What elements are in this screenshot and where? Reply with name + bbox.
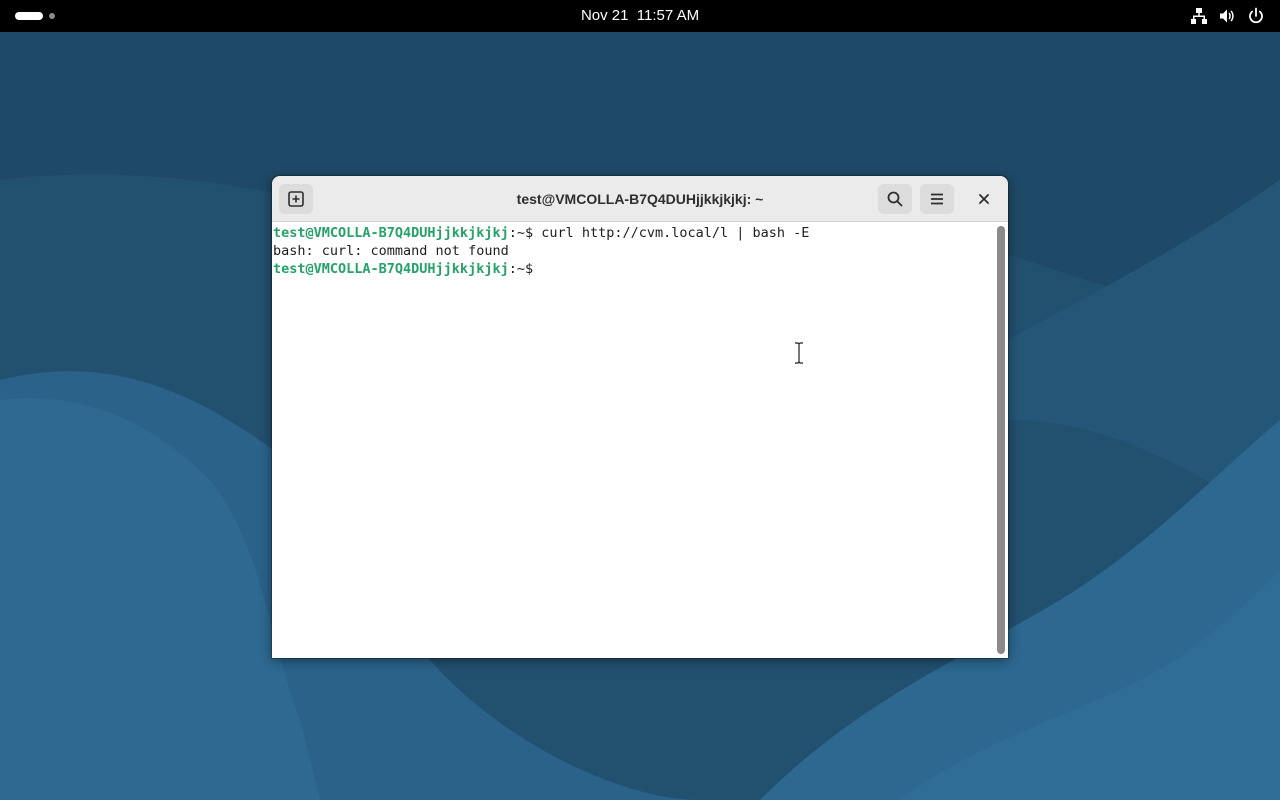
search-icon (887, 191, 903, 207)
window-title: test@VMCOLLA-B7Q4DUHjjkkjkjkj: ~ (516, 191, 764, 207)
scrollbar-thumb[interactable] (997, 226, 1005, 654)
prompt-user-host: test@VMCOLLA-B7Q4DUHjjkkjkjkj (273, 225, 509, 241)
output-text: bash: curl: command not found (273, 243, 509, 259)
prompt-user-host: test@VMCOLLA-B7Q4DUHjjkkjkjkj (273, 261, 509, 277)
network-wired-icon[interactable] (1190, 7, 1208, 25)
active-workspace-pill (15, 12, 43, 20)
activities-button[interactable] (12, 8, 62, 24)
clock[interactable]: Nov 21 11:57 AM (540, 0, 740, 32)
hamburger-menu-icon (931, 193, 943, 205)
terminal-window[interactable]: test@VMCOLLA-B7Q4DUHjjkkjkjkj: ~ test@VM… (272, 176, 1008, 658)
menu-button[interactable] (920, 184, 954, 214)
command-text: curl http://cvm.local/l | bash -E (541, 225, 810, 241)
terminal-line-output: bash: curl: command not found (273, 242, 509, 260)
text-cursor-icon (795, 342, 803, 364)
terminal-line-command: test@VMCOLLA-B7Q4DUHjjkkjkjkj:~$ curl ht… (273, 224, 809, 242)
new-tab-button[interactable] (279, 184, 313, 214)
new-tab-icon (288, 191, 304, 207)
close-icon (979, 194, 989, 204)
prompt-suffix: :~$ (508, 261, 542, 277)
power-icon[interactable] (1247, 7, 1265, 25)
terminal-headerbar[interactable]: test@VMCOLLA-B7Q4DUHjjkkjkjkj: ~ (272, 176, 1008, 222)
close-button[interactable] (972, 187, 996, 211)
scrollbar[interactable] (996, 222, 1008, 658)
top-bar: Nov 21 11:57 AM (0, 0, 1280, 32)
prompt-suffix: :~$ (508, 225, 542, 241)
terminal-line-prompt: test@VMCOLLA-B7Q4DUHjjkkjkjkj:~$ (273, 260, 541, 278)
volume-icon[interactable] (1218, 7, 1236, 25)
desktop: Nov 21 11:57 AM test@VMCOLLA-B7Q4DUHjjkk… (0, 0, 1280, 800)
search-button[interactable] (878, 184, 912, 214)
inactive-workspace-dot (49, 13, 55, 19)
terminal-output[interactable]: test@VMCOLLA-B7Q4DUHjjkkjkjkj:~$ curl ht… (272, 222, 996, 658)
